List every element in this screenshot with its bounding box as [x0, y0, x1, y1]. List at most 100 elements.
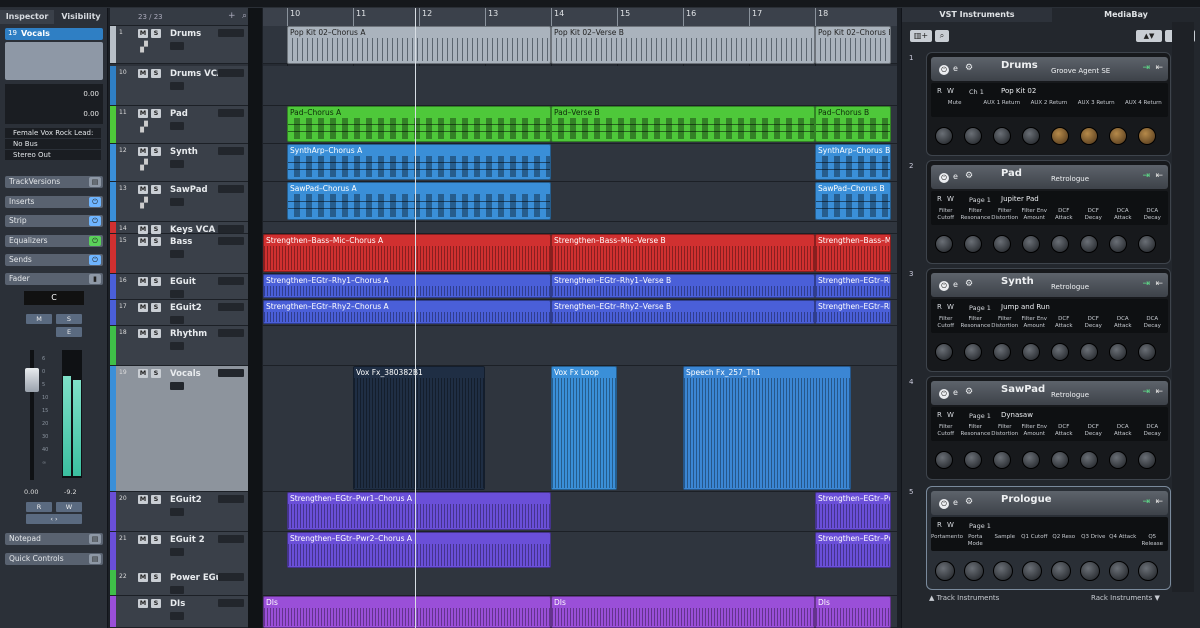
track-header[interactable]: 15 M S Bass	[110, 234, 262, 274]
track-automation-toggle[interactable]	[170, 508, 184, 516]
track-mute-button[interactable]: M	[138, 185, 148, 194]
instrument-panel[interactable]: ⏻ e ⚙ SawPad Retrologue ⇥ ⇤ R W Page 1 Dynasaw Filt…	[926, 376, 1171, 480]
section-sends[interactable]: Sends ⏻	[5, 254, 103, 266]
track-mute-button[interactable]: M	[138, 237, 148, 246]
track-name[interactable]: EGuit2	[170, 303, 202, 313]
settings-gear-icon[interactable]: ⚙	[965, 63, 973, 73]
read-button[interactable]: R	[937, 521, 942, 529]
event-clip[interactable]: Strengthen–Bass–Mi	[815, 234, 891, 272]
track-solo-button[interactable]: S	[151, 237, 161, 246]
quick-control-knob[interactable]	[1080, 127, 1098, 145]
quick-control-knob[interactable]	[1138, 451, 1156, 469]
track-lane[interactable]	[263, 66, 897, 106]
add-track-icon[interactable]: +	[228, 11, 236, 21]
track-instruments-toggle[interactable]: ▲ Track Instruments	[929, 594, 999, 602]
track-header[interactable]: 10 M S Drums VCA	[110, 66, 262, 106]
settings-gear-icon[interactable]: ⚙	[965, 497, 973, 507]
event-clip[interactable]: SynthArp–Chorus A	[287, 144, 551, 180]
track-header[interactable]: 21 M S EGuit 2	[110, 532, 262, 572]
inspector-volume-area[interactable]: 0.00 0.00	[5, 84, 103, 124]
quick-control-knob[interactable]	[993, 451, 1011, 469]
track-header[interactable]: 22 M S Power EGuit	[110, 570, 262, 596]
track-record-controls[interactable]	[218, 147, 244, 155]
track-solo-button[interactable]: S	[151, 185, 161, 194]
output-icon[interactable]: ⇤	[1155, 171, 1163, 181]
section-fader[interactable]: Fader ▮	[5, 273, 103, 285]
event-clip[interactable]: Strengthen–Bass–Mic–Verse B	[551, 234, 815, 272]
output-icon[interactable]: ⇤	[1155, 387, 1163, 397]
quick-control-knob[interactable]	[935, 235, 953, 253]
quick-control-knob[interactable]	[1080, 235, 1098, 253]
track-record-controls[interactable]	[218, 185, 244, 193]
quick-control-knob[interactable]	[993, 127, 1011, 145]
quick-control-knob[interactable]	[1138, 235, 1156, 253]
quick-control-knob[interactable]	[993, 561, 1013, 581]
section-strip[interactable]: Strip ⏻	[5, 215, 103, 227]
quick-control-knob[interactable]	[1138, 343, 1156, 361]
output-icon[interactable]: ⇤	[1155, 497, 1163, 507]
settings-gear-icon[interactable]: ⚙	[965, 387, 973, 397]
track-automation-toggle[interactable]	[170, 290, 184, 298]
instrument-panel[interactable]: ⏻ e ⚙ Drums Groove Agent SE ⇥ ⇤ R W Ch 1 Pop Kit 0…	[926, 52, 1171, 156]
event-clip[interactable]: Strengthen–EGtr–Rh	[815, 300, 891, 324]
power-icon[interactable]: ⏻	[939, 499, 949, 509]
quick-control-knob[interactable]	[1051, 561, 1071, 581]
track-record-controls[interactable]	[218, 109, 244, 117]
track-record-controls[interactable]	[218, 369, 244, 377]
track-lane[interactable]	[263, 326, 897, 366]
event-clip[interactable]: Strengthen–EGtr–Rh	[815, 274, 891, 298]
edit-icon[interactable]: e	[953, 388, 958, 397]
event-clip[interactable]: Pad–Verse B	[551, 106, 815, 142]
quick-control-knob[interactable]	[1080, 451, 1098, 469]
track-header[interactable]: 1 M S Drums ▞	[110, 26, 262, 64]
track-mute-button[interactable]: M	[138, 369, 148, 378]
quick-control-knob[interactable]	[1051, 451, 1069, 469]
track-automation-toggle[interactable]	[170, 42, 184, 50]
track-record-controls[interactable]	[218, 329, 244, 337]
quick-control-knob[interactable]	[1051, 235, 1069, 253]
tab-inspector[interactable]: Inspector	[0, 10, 54, 24]
event-clip[interactable]: Pop Kit 02–Chorus B	[815, 26, 891, 64]
edit-icon[interactable]: e	[953, 498, 958, 507]
quick-control-knob[interactable]	[1138, 561, 1158, 581]
input-routing[interactable]: Female Vox Rock Lead:	[5, 128, 101, 138]
track-name[interactable]: Vocals	[170, 369, 201, 379]
inspector-track-header[interactable]: 19 Vocals	[5, 28, 103, 40]
track-header[interactable]: 13 M S SawPad ▞	[110, 182, 262, 222]
event-clip[interactable]: Vox Fx_380382B1	[353, 366, 485, 490]
quick-control-knob[interactable]	[964, 127, 982, 145]
track-name[interactable]: EGuit2	[170, 495, 202, 505]
track-automation-toggle[interactable]	[170, 316, 184, 324]
write-automation-button[interactable]: W	[56, 502, 82, 512]
event-clip[interactable]: Pad–Chorus A	[287, 106, 551, 142]
read-automation-button[interactable]: R	[26, 502, 52, 512]
read-button[interactable]: R	[937, 87, 942, 95]
section-quick-controls[interactable]: Quick Controls ▤	[5, 553, 103, 565]
event-clip[interactable]: Strengthen–EGtr–Pw	[815, 492, 891, 530]
tab-vst-instruments[interactable]: VST Instruments	[902, 8, 1052, 22]
event-clip[interactable]: Strengthen–EGtr–Rhy2–Verse B	[551, 300, 815, 324]
quick-control-knob[interactable]	[1109, 343, 1127, 361]
write-button[interactable]: W	[947, 195, 954, 203]
fader-pan-display[interactable]: C	[24, 291, 84, 305]
track-header[interactable]: 20 M S EGuit2	[110, 492, 262, 532]
fader-nav-buttons[interactable]: ‹ ›	[26, 514, 82, 524]
power-icon[interactable]: ⏻	[939, 281, 949, 291]
event-clip[interactable]: Strengthen–EGtr–Pwr1–Chorus A	[287, 492, 551, 530]
rack-instruments-toggle[interactable]: Rack Instruments ▼	[1091, 594, 1160, 602]
track-record-controls[interactable]	[218, 277, 244, 285]
section-toggle-icon[interactable]: ⏻	[89, 255, 101, 265]
edit-icon[interactable]: e	[953, 280, 958, 289]
quick-control-knob[interactable]	[964, 343, 982, 361]
quick-control-knob[interactable]	[1109, 451, 1127, 469]
event-clip[interactable]: DIs	[815, 596, 891, 628]
tab-mediabay[interactable]: MediaBay	[1052, 8, 1200, 22]
section-notepad[interactable]: Notepad ▤	[5, 533, 103, 545]
section-toggle-icon[interactable]: ⏻	[89, 197, 101, 207]
track-mute-button[interactable]: M	[138, 225, 148, 234]
track-name[interactable]: Drums VCA	[170, 69, 224, 79]
fader-handle[interactable]	[25, 368, 39, 392]
track-solo-button[interactable]: S	[151, 225, 161, 234]
event-clip[interactable]: Vox Fx Loop	[551, 366, 617, 490]
midi-input-icon[interactable]: ⇥	[1142, 171, 1150, 181]
